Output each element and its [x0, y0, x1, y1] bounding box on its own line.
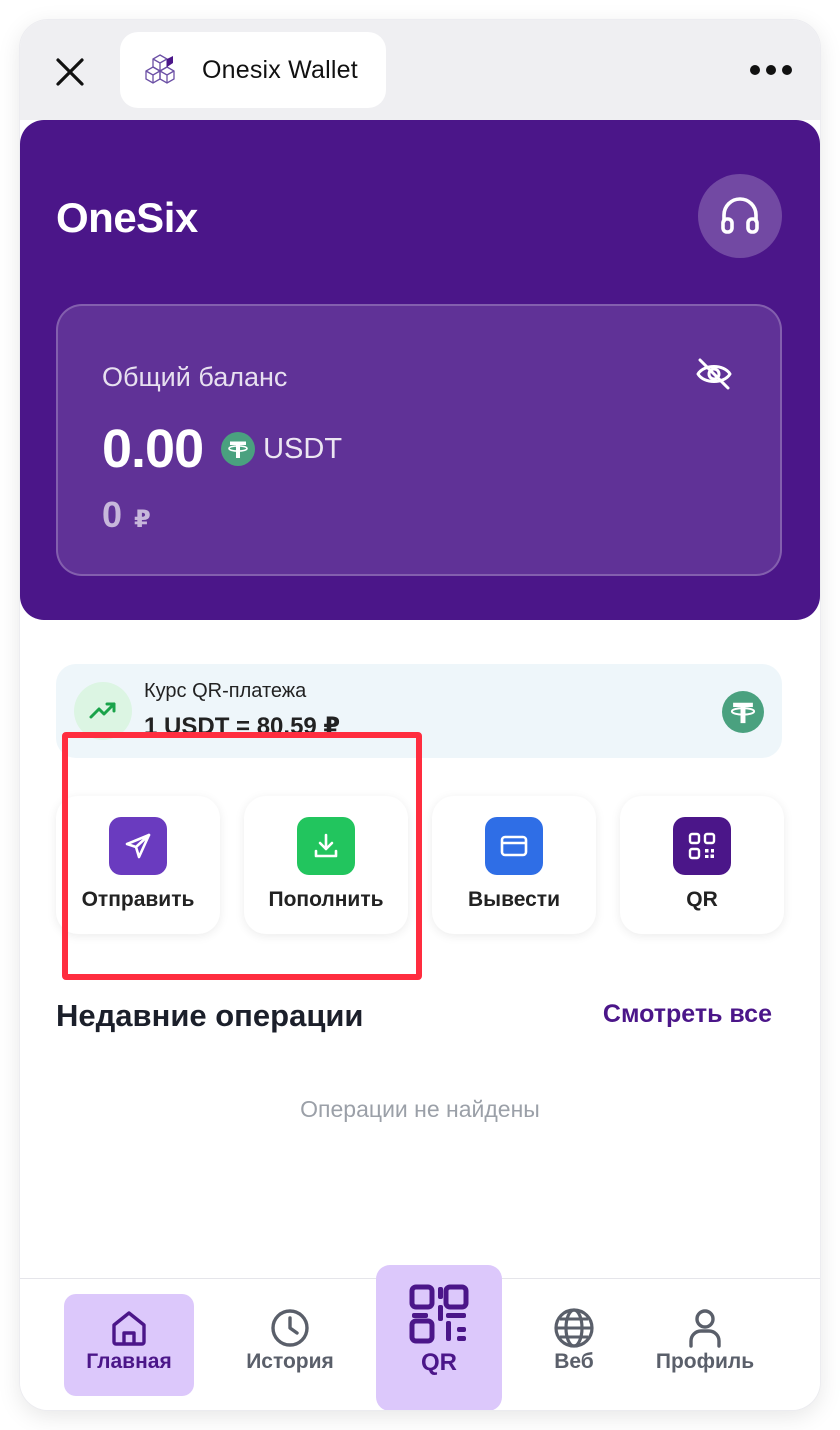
balance-card: Общий баланс 0.00 USDT 0 ₽ [56, 304, 782, 576]
nav-profile[interactable]: Профиль [648, 1294, 762, 1396]
withdraw-button[interactable]: Вывести [432, 796, 596, 934]
qr-icon [673, 817, 731, 875]
nav-history-label: История [246, 1350, 334, 1373]
send-icon [109, 817, 167, 875]
balance-row: 0.00 USDT [102, 418, 342, 480]
top-up-button[interactable]: Пополнить [244, 796, 408, 934]
top-up-label: Пополнить [268, 888, 384, 911]
eye-off-icon [696, 358, 732, 390]
nav-web[interactable]: Веб [526, 1294, 622, 1396]
fiat-amount: 0 [102, 494, 123, 535]
nav-history[interactable]: История [230, 1294, 350, 1396]
rate-badge [74, 682, 132, 740]
recent-operations-title: Недавние операции [56, 998, 364, 1033]
support-button[interactable] [698, 174, 782, 258]
download-icon [297, 817, 355, 875]
nav-web-label: Веб [554, 1350, 594, 1373]
fiat-balance-row: 0 ₽ [102, 494, 151, 536]
nav-qr[interactable]: QR [376, 1265, 502, 1410]
more-options-button[interactable] [750, 58, 792, 82]
send-button[interactable]: Отправить [56, 796, 220, 934]
fiat-currency: ₽ [134, 506, 151, 533]
nav-qr-label: QR [421, 1349, 457, 1376]
bottom-navigation: Главная История QR Веб Профиль [20, 1265, 820, 1410]
more-dot-icon [782, 65, 792, 75]
more-dot-icon [750, 65, 760, 75]
qr-rate-banner: Курс QR-платежа 1 USDT = 80.59 ₽ [56, 664, 782, 758]
nav-profile-label: Профиль [655, 1350, 755, 1373]
withdraw-label: Вывести [467, 888, 560, 911]
close-button[interactable] [50, 52, 90, 92]
brand-title: OneSix [56, 194, 198, 241]
wallet-header: OneSix Общий баланс 0.00 USDT 0 ₽ [20, 120, 820, 620]
nav-home[interactable]: Главная [64, 1294, 194, 1396]
balance-amount: 0.00 [102, 419, 204, 479]
close-icon [56, 58, 84, 86]
qr-code-icon [409, 1284, 469, 1344]
top-bar: Onesix Wallet [20, 20, 820, 120]
home-icon [112, 1311, 146, 1346]
card-icon [485, 817, 543, 875]
user-icon [689, 1309, 721, 1348]
globe-icon [554, 1308, 594, 1348]
usdt-coin-icon [221, 432, 256, 466]
more-dot-icon [766, 65, 776, 75]
balance-currency: USDT [263, 432, 343, 465]
nav-home-label: Главная [86, 1350, 172, 1373]
qr-action-button[interactable]: QR [620, 796, 784, 934]
rate-value: 1 USDT = 80.59 ₽ [144, 713, 341, 740]
send-label: Отправить [81, 888, 195, 911]
usdt-coin-icon [722, 691, 764, 733]
balance-label: Общий баланс [102, 362, 288, 392]
app-logo-icon [145, 54, 175, 84]
clock-icon [271, 1309, 309, 1347]
headphones-icon [721, 197, 759, 234]
app-title: Onesix Wallet [202, 55, 358, 84]
hide-balance-button[interactable] [694, 354, 734, 394]
qr-action-label: QR [686, 888, 718, 911]
see-all-link[interactable]: Смотреть все [603, 1000, 772, 1029]
trending-up-icon [89, 702, 116, 719]
app-frame: Onesix Wallet OneSix Общий баланс 0.00 U… [20, 20, 820, 1410]
empty-state-text: Операции не найдены [300, 1096, 540, 1122]
app-title-pill: Onesix Wallet [120, 32, 386, 108]
rate-title: Курс QR-платежа [144, 680, 307, 702]
